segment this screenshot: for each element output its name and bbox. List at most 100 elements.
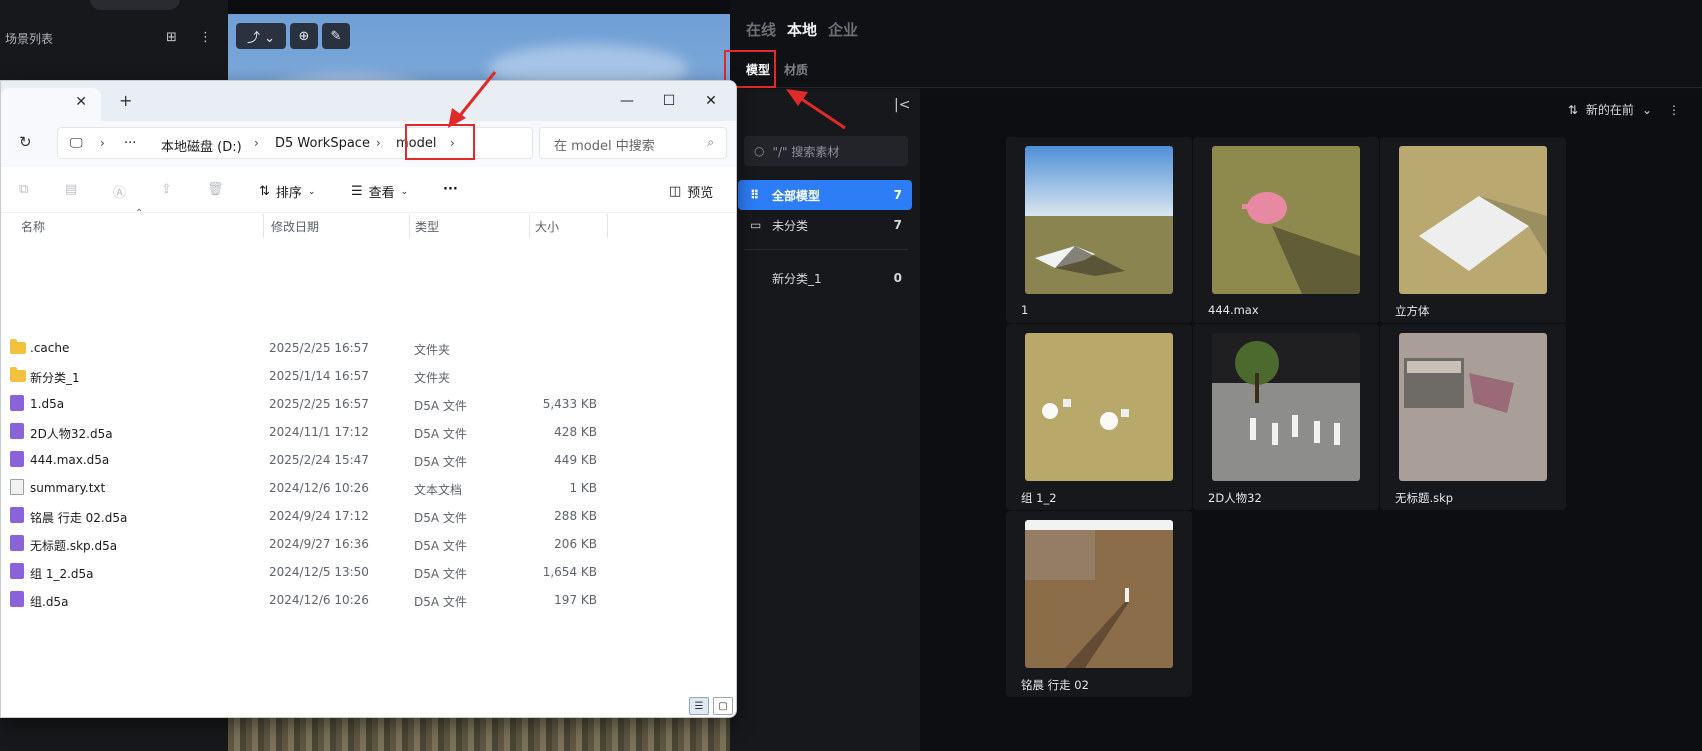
file-type: D5A 文件 (414, 399, 467, 413)
close-tab-icon[interactable]: ✕ (75, 94, 87, 110)
explorer-tab[interactable]: ✕ (1, 88, 101, 121)
refresh-icon[interactable]: ↻ (19, 133, 32, 151)
file-size: 5,433 KB (542, 397, 597, 411)
breadcrumb-workspace[interactable]: D5 WorkSpace (275, 136, 370, 151)
file-date: 2024/12/6 10:26 (269, 593, 369, 607)
chevron-right-icon: › (376, 136, 381, 150)
add-scene-icon[interactable]: ⊞ (166, 30, 177, 45)
asset-name: 组 1_2 (1021, 491, 1057, 505)
category-panel: |< ○ "/" 搜索素材 ⠿ 全部模型 7 ▭ 未分类 7 新分类_1 0 (730, 89, 920, 751)
column-type[interactable]: 类型 (415, 218, 439, 235)
file-row[interactable]: 铭晨 行走 02.d5a 2024/9/24 17:12 D5A 文件 288 KB (1, 502, 736, 530)
details-view-icon[interactable]: ☰ (689, 697, 709, 715)
asset-card[interactable]: 铭晨 行走 02 (1006, 511, 1192, 697)
minimize-icon[interactable]: — (607, 87, 647, 115)
column-name[interactable]: 名称 (21, 218, 45, 235)
preview-pane-icon: ◫ (669, 184, 682, 199)
more-options-icon[interactable]: ⋮ (199, 30, 212, 45)
file-row[interactable]: summary.txt 2024/12/6 10:26 文本文档 1 KB (1, 474, 736, 502)
chevron-right-icon: › (100, 136, 105, 150)
file-name: 组.d5a (30, 595, 69, 609)
globe-icon[interactable]: ⊕ (290, 23, 318, 49)
file-type: D5A 文件 (414, 511, 467, 525)
transform-tool-button[interactable]: ⤴ ⌄ (236, 23, 286, 49)
sort-icon: ⇅ (1567, 102, 1578, 117)
file-date: 2024/11/1 17:12 (269, 425, 369, 439)
file-explorer-window: ✕ + — ☐ ✕ ↻ 🖵 › ··· 本地磁盘 (D:) › D5 WorkS… (0, 80, 737, 718)
paste-icon[interactable]: ▤ (65, 182, 77, 197)
folder-search-input[interactable]: 在 model 中搜索 ⌕ (539, 127, 727, 159)
file-row[interactable]: 组.d5a 2024/12/6 10:26 D5A 文件 197 KB (1, 586, 736, 614)
file-row[interactable]: 1.d5a 2025/2/25 16:57 D5A 文件 5,433 KB (1, 390, 736, 418)
explorer-toolbar: ⧉ ▤ Ⓐ ⇪ 🗑 ⇅ 排序 ⌄ ☰ 查看 ⌄ ··· ◫ 预览 (1, 167, 736, 213)
column-size[interactable]: 大小 (535, 218, 559, 235)
asset-card[interactable]: 2D人物32 (1193, 324, 1379, 510)
delete-icon[interactable]: 🗑 (207, 182, 224, 197)
eyedropper-icon[interactable]: ✎ (322, 23, 350, 49)
file-date: 2025/2/24 15:47 (269, 453, 369, 467)
asset-search-input[interactable]: ○ "/" 搜索素材 (744, 136, 908, 166)
file-name: summary.txt (30, 481, 106, 495)
file-date: 2025/2/25 16:57 (269, 341, 369, 355)
address-bar-row: ↻ 🖵 › ··· 本地磁盘 (D:) › D5 WorkSpace › mod… (1, 121, 736, 167)
file-row[interactable]: 无标题.skp.d5a 2024/9/27 16:36 D5A 文件 206 KB (1, 530, 736, 558)
breadcrumb-drive[interactable]: 本地磁盘 (D:) (161, 136, 242, 155)
computer-icon[interactable]: 🖵 (70, 136, 83, 151)
view-button[interactable]: ☰ 查看 ⌄ (351, 182, 408, 201)
preview-button[interactable]: ◫ 预览 (669, 182, 713, 201)
search-icon: ○ (754, 144, 765, 158)
sort-button[interactable]: ⇅ 排序 ⌄ (259, 182, 315, 201)
d5a-file-icon (10, 535, 24, 551)
category-all-models[interactable]: ⠿ 全部模型 7 (738, 180, 912, 210)
breadcrumb-more[interactable]: ··· (124, 136, 136, 151)
file-row[interactable]: .cache 2025/2/25 16:57 文件夹 (1, 334, 736, 362)
share-icon[interactable]: ⇪ (161, 182, 172, 197)
category-new-1[interactable]: 新分类_1 0 (738, 263, 912, 293)
d5a-file-icon (10, 395, 24, 411)
sort-control[interactable]: ⇅ 新的在前 ⌄ ⋮ (1568, 101, 1680, 118)
file-name: 2D人物32.d5a (30, 427, 113, 441)
d5a-file-icon (10, 507, 24, 523)
top-search-pill[interactable] (90, 0, 180, 10)
file-row[interactable]: 444.max.d5a 2025/2/24 15:47 D5A 文件 449 KB (1, 446, 736, 474)
file-name: .cache (30, 341, 70, 355)
column-date[interactable]: 修改日期 (271, 218, 319, 235)
file-type: D5A 文件 (414, 539, 467, 553)
more-options-icon[interactable]: ⋮ (1668, 103, 1680, 117)
tiles-view-icon[interactable]: ▢ (713, 697, 733, 715)
file-date: 2024/12/6 10:26 (269, 481, 369, 495)
file-row[interactable]: 组 1_2.d5a 2024/12/5 13:50 D5A 文件 1,654 KB (1, 558, 736, 586)
asset-card[interactable]: 组 1_2 (1006, 324, 1192, 510)
file-row[interactable]: 2D人物32.d5a 2024/11/1 17:12 D5A 文件 428 KB (1, 418, 736, 446)
asset-name: 444.max (1208, 303, 1259, 317)
file-name: 无标题.skp.d5a (30, 539, 118, 553)
close-window-icon[interactable]: ✕ (691, 87, 731, 115)
more-button[interactable]: ··· (443, 182, 458, 197)
rename-icon[interactable]: Ⓐ (113, 182, 126, 201)
file-name: 新分类_1 (30, 371, 80, 385)
asset-card[interactable]: 立方体 (1380, 137, 1566, 323)
search-icon: ⌕ (707, 135, 714, 149)
explorer-titlebar: ✕ + — ☐ ✕ (1, 81, 736, 121)
file-row[interactable]: 新分类_1 2025/1/14 16:57 文件夹 (1, 362, 736, 390)
text-file-icon (10, 479, 24, 495)
asset-name: 铭晨 行走 02 (1021, 678, 1089, 692)
file-date: 2024/9/24 17:12 (269, 509, 369, 523)
file-date: 2024/9/27 16:36 (269, 537, 369, 551)
category-uncategorized[interactable]: ▭ 未分类 7 (738, 210, 912, 240)
asset-card[interactable]: 444.max (1193, 137, 1379, 323)
asset-card[interactable]: 无标题.skp (1380, 324, 1566, 510)
file-date: 2025/1/14 16:57 (269, 369, 369, 383)
collapse-panel-icon[interactable]: |< (894, 97, 910, 113)
tab-enterprise[interactable]: 企业 (828, 19, 858, 40)
asset-card[interactable]: 1 (1006, 137, 1192, 323)
new-tab-icon[interactable]: + (119, 91, 132, 110)
folder-icon (10, 339, 26, 354)
maximize-icon[interactable]: ☐ (649, 87, 689, 115)
asset-thumbnail (1025, 333, 1173, 481)
tab-local[interactable]: 本地 (787, 19, 817, 40)
tab-online[interactable]: 在线 (746, 19, 776, 40)
sort-arrow-icon: ⌃ (135, 208, 144, 219)
subtab-materials[interactable]: 材质 (784, 61, 808, 78)
copy-icon[interactable]: ⧉ (19, 182, 28, 197)
